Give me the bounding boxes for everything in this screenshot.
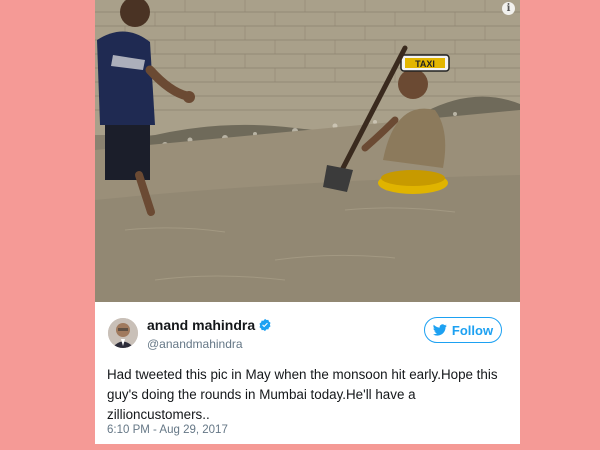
tweet-timestamp[interactable]: 6:10 PM - Aug 29, 2017 — [107, 424, 228, 436]
author-handle[interactable]: @anandmahindra — [147, 337, 243, 351]
tweet-text: Had tweeted this pic in May when the mon… — [107, 367, 498, 422]
follow-button[interactable]: Follow — [424, 317, 502, 343]
avatar[interactable] — [108, 318, 138, 348]
tweet-card: TAXI i anand mahindra @anandmahindra Fol… — [95, 0, 520, 444]
tweet-body: anand mahindra @anandmahindra Follow Had… — [95, 302, 520, 444]
twitter-bird-icon — [432, 324, 447, 336]
tweet-photo[interactable]: TAXI i — [95, 0, 520, 302]
follow-label: Follow — [451, 322, 494, 338]
info-icon[interactable]: i — [502, 2, 515, 15]
verified-badge-icon — [259, 318, 271, 332]
taxi-sign-text: TAXI — [415, 59, 435, 69]
author-name[interactable]: anand mahindra — [147, 317, 255, 333]
